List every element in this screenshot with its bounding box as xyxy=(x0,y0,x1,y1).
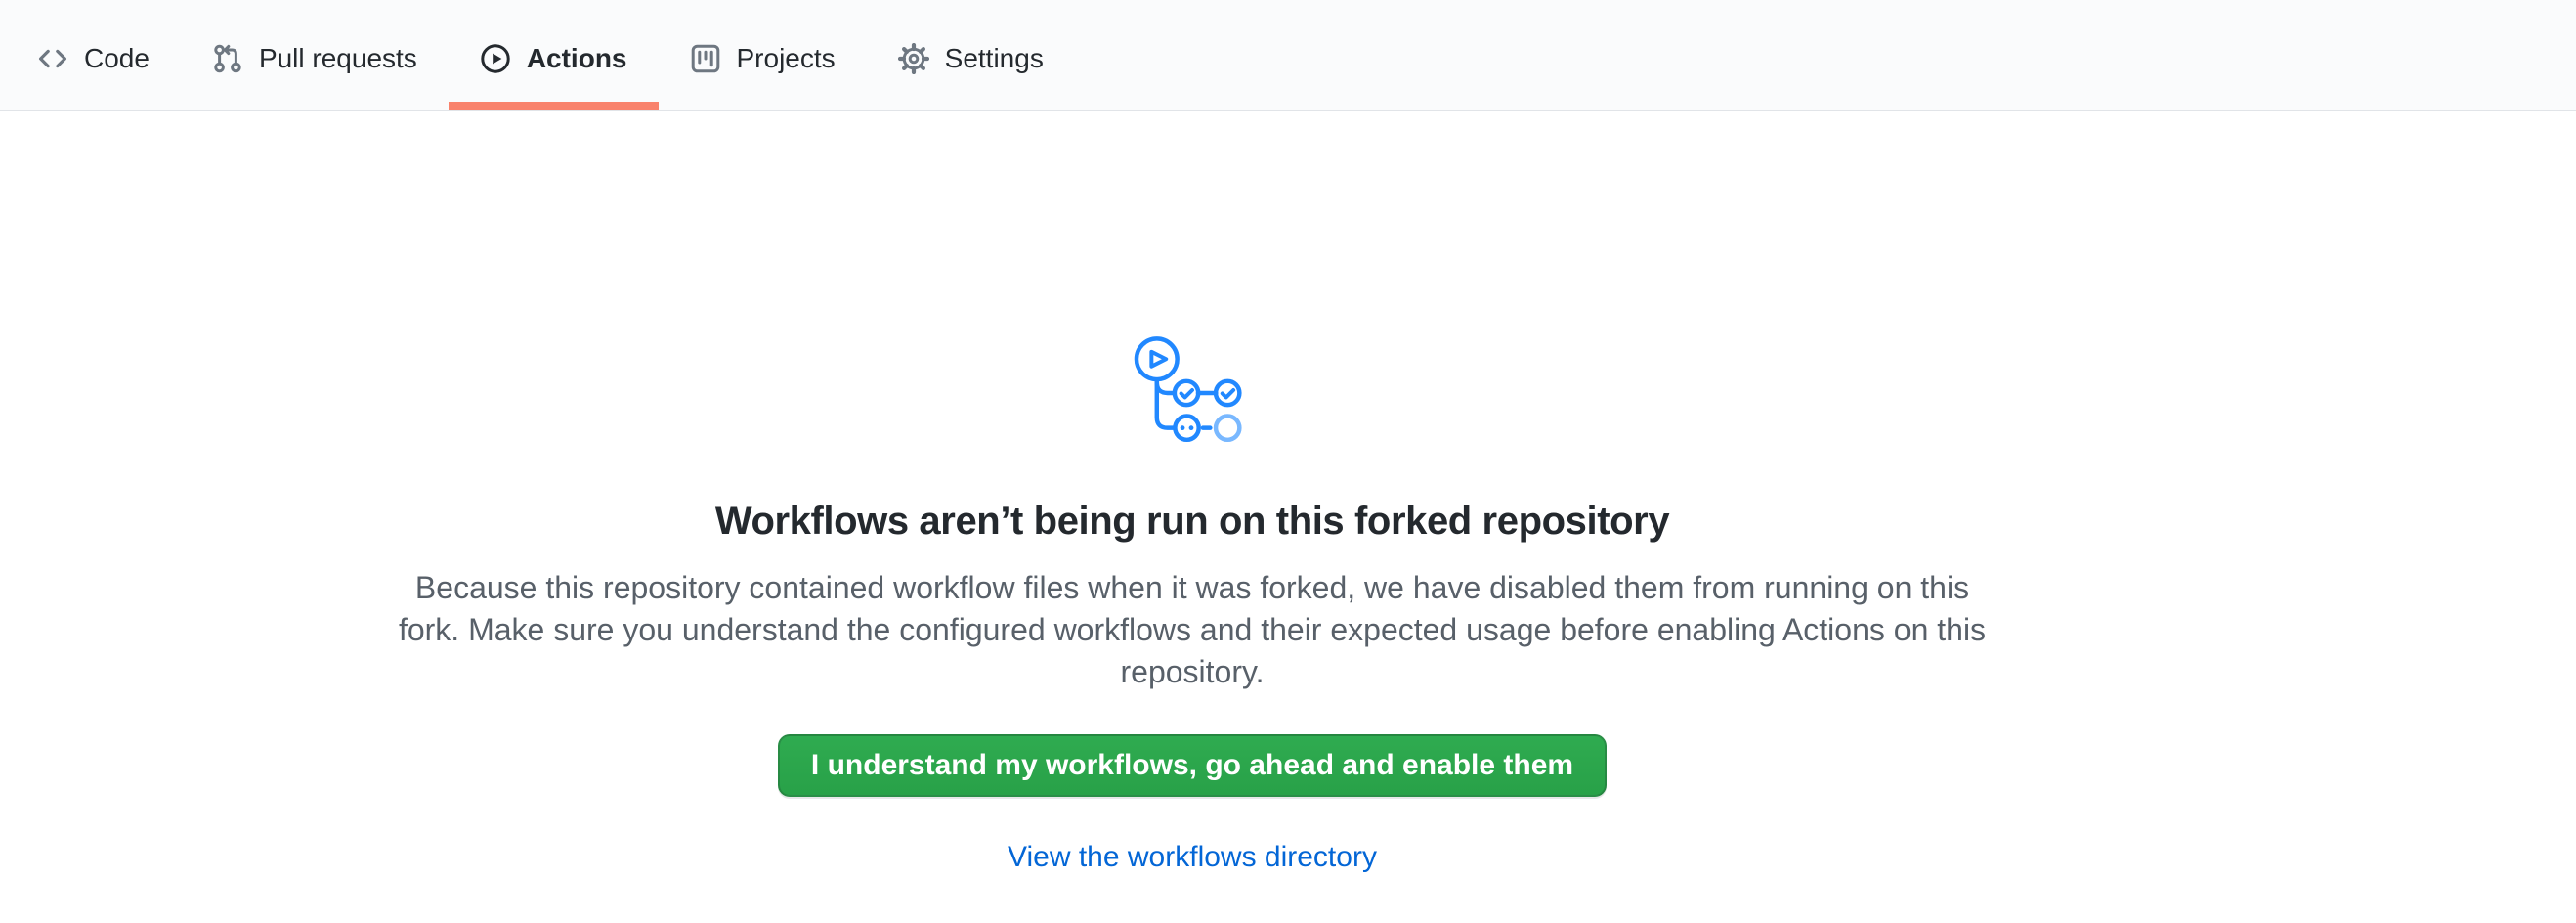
tab-code[interactable]: Code xyxy=(6,8,181,110)
enable-workflows-button[interactable]: I understand my workflows, go ahead and … xyxy=(778,734,1607,797)
workflow-illustration-icon xyxy=(0,330,2384,454)
actions-onboarding-page: Code Pull requests xyxy=(0,0,2576,923)
page-title: Workflows aren’t being run on this forke… xyxy=(0,495,2384,548)
tab-projects[interactable]: Projects xyxy=(659,8,867,110)
gear-icon xyxy=(898,43,929,74)
git-pull-request-icon xyxy=(212,43,243,74)
tab-actions[interactable]: Actions xyxy=(449,8,659,110)
workflows-directory-link[interactable]: View the workflows directory xyxy=(1008,841,1377,873)
tab-label: Actions xyxy=(527,43,627,74)
tab-settings[interactable]: Settings xyxy=(867,8,1075,110)
tab-pull-requests[interactable]: Pull requests xyxy=(181,8,449,110)
play-circle-icon xyxy=(480,43,511,74)
tab-label: Code xyxy=(84,43,150,74)
tab-label: Settings xyxy=(945,43,1044,74)
project-icon xyxy=(690,43,721,74)
tab-label: Pull requests xyxy=(259,43,417,74)
tab-label: Projects xyxy=(737,43,836,74)
code-icon xyxy=(37,43,68,74)
blankslate: Workflows aren’t being run on this forke… xyxy=(0,330,2384,874)
blankslate-description: Because this repository contained workfl… xyxy=(391,567,1994,693)
repo-nav: Code Pull requests xyxy=(0,0,2576,111)
